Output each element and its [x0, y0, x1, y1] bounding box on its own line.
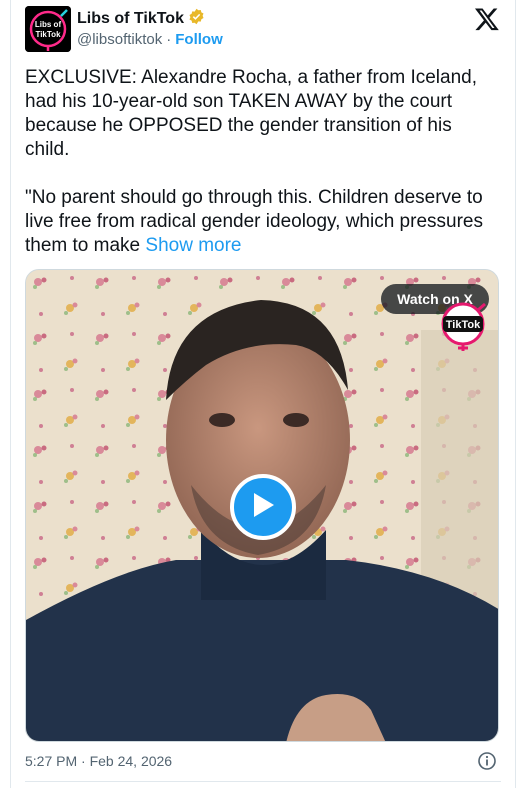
play-button[interactable] [230, 474, 296, 540]
x-logo-icon[interactable] [474, 6, 500, 32]
follow-button[interactable]: Follow [175, 31, 223, 48]
divider [25, 781, 501, 782]
tiktok-watermark-icon: TikTok [439, 302, 489, 352]
avatar[interactable]: Libs of TikTok [25, 6, 71, 52]
play-icon [250, 491, 276, 524]
info-icon[interactable] [477, 751, 497, 771]
tweet-body: EXCLUSIVE: Alexandre Rocha, a father fro… [25, 67, 483, 256]
tweet-text: EXCLUSIVE: Alexandre Rocha, a father fro… [25, 66, 501, 258]
tweet-timestamp[interactable]: 5:27 PM · Feb 24, 2026 [25, 753, 172, 769]
name-row: Libs of TikTok [77, 8, 205, 30]
verified-badge-icon [188, 8, 205, 30]
avatar-text-line2: TikTok [35, 30, 61, 39]
watermark-text: TikTok [446, 319, 481, 331]
handle[interactable]: @libsoftiktok [77, 31, 162, 48]
avatar-text-line1: Libs of [35, 20, 62, 29]
video-player[interactable]: Watch on X TikTok [25, 269, 499, 742]
show-more-link[interactable]: Show more [145, 235, 241, 256]
display-name[interactable]: Libs of TikTok [77, 10, 184, 28]
separator: · [166, 31, 172, 48]
handle-row: @libsoftiktok · Follow [77, 31, 223, 48]
